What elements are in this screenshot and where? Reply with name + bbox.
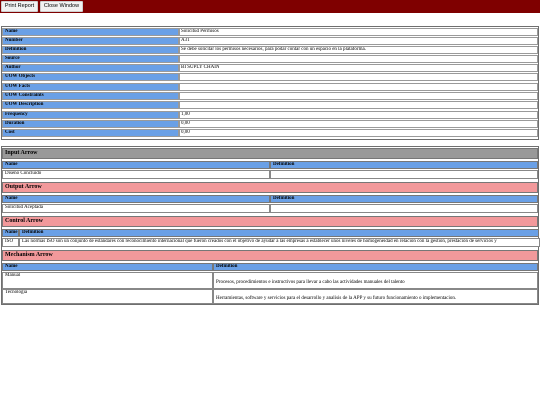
mechanism-arrow-header: Mechanism Arrow: [2, 250, 538, 261]
property-label-uow-constraints: UOW Constraints: [2, 92, 179, 100]
property-label-uow-objects: UOW Objects: [2, 73, 179, 81]
property-value-uow-description: [179, 101, 538, 109]
property-label-duration: Duration: [2, 120, 179, 128]
control-arrow-row-name: ISO: [2, 238, 19, 247]
output-arrow-row-name: Solicitud Aceptada: [2, 204, 270, 213]
input-arrow-header: Input Arrow: [2, 148, 538, 159]
input-arrow-col-name: Name: [2, 161, 270, 169]
property-value-frequency: 1,00: [179, 111, 538, 119]
property-value-uow-constraints: [179, 92, 538, 100]
mechanism-arrow-row-name: Manual: [2, 272, 213, 289]
control-arrow-col-name: Name: [2, 229, 19, 237]
property-label-number: Number: [2, 37, 179, 45]
mechanism-arrow-col-name: Name: [2, 263, 213, 271]
property-label-name: Name: [2, 28, 179, 36]
report-toolbar: Print Report Close Window: [0, 0, 540, 13]
property-label-cost: Cost: [2, 129, 179, 137]
property-label-author: Author: [2, 64, 179, 72]
property-value-uow-facts: [179, 83, 538, 91]
mechanism-arrow-row-definition: Herramientas, software y servicios para …: [213, 289, 538, 304]
property-label-uow-description: UOW Description: [2, 101, 179, 109]
control-arrow-row-definition: Las normas ISO son un conjunto de estánd…: [19, 238, 540, 247]
property-value-number: A31: [179, 37, 538, 45]
property-label-definition: Definition: [2, 46, 179, 54]
print-report-button[interactable]: Print Report: [1, 1, 38, 12]
property-value-definition: Se debe solicitar los permisos necesario…: [179, 46, 538, 54]
property-value-cost: 0,00: [179, 129, 538, 137]
property-value-source: [179, 55, 538, 63]
property-value-uow-objects: [179, 73, 538, 81]
input-arrow-col-definition: Definition: [270, 161, 538, 169]
property-value-author: BI SUPLY CHAIN: [179, 64, 538, 72]
output-arrow-col-name: Name: [2, 195, 270, 203]
property-value-name: Solicitud Permisos: [179, 28, 538, 36]
property-label-frequency: Frequency: [2, 111, 179, 119]
control-arrow-header: Control Arrow: [2, 216, 538, 227]
control-arrow-col-definition: Definition: [19, 229, 539, 237]
property-label-uow-facts: UOW Facts: [2, 83, 179, 91]
input-arrow-row-definition: [270, 170, 538, 179]
mechanism-arrow-row-definition: Procesos, procedimientos e instructivos …: [213, 272, 538, 289]
property-label-source: Source: [2, 55, 179, 63]
mechanism-arrow-col-definition: Definition: [213, 263, 538, 271]
input-arrow-row-name: Diseno Concluido: [2, 170, 270, 179]
mechanism-arrow-row-name: Tecnologia: [2, 289, 213, 304]
output-arrow-col-definition: Definition: [270, 195, 538, 203]
output-arrow-header: Output Arrow: [2, 182, 538, 193]
output-arrow-row-definition: [270, 204, 538, 213]
close-window-button[interactable]: Close Window: [40, 1, 83, 12]
property-value-duration: 0,00: [179, 120, 538, 128]
